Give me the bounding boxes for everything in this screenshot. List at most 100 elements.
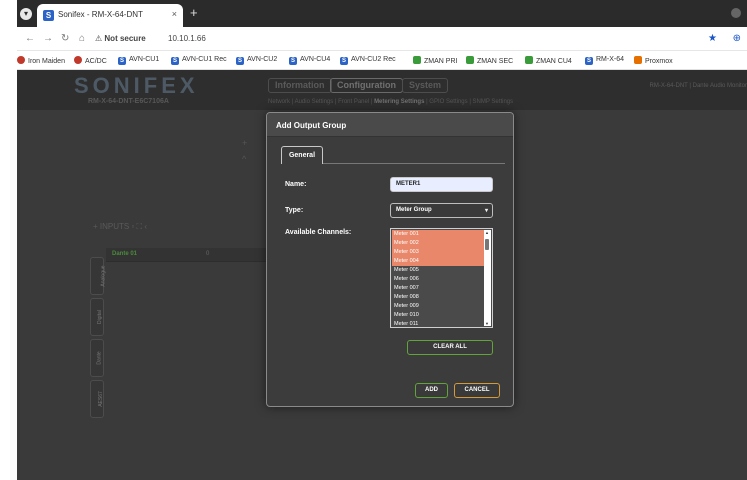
tab-configuration[interactable]: Configuration [330,78,403,93]
config-subnav[interactable]: Network | Audio Settings | Front Panel |… [268,99,513,105]
new-tab-button[interactable]: + [190,5,198,20]
tab-close-icon[interactable]: × [172,9,177,19]
list-scrollbar[interactable]: ▲ ▼ [484,230,491,326]
side-tab-label: AES67 [97,391,104,407]
side-tab-dante[interactable]: Dante [90,339,104,377]
browser-tab[interactable]: S Sonifex - RM-X-64-DNT × [37,4,183,27]
bookmark-icon [17,56,25,64]
scroll-down-icon[interactable]: ▼ [485,321,489,326]
browser-titlebar: ▾ S Sonifex - RM-X-64-DNT × + [17,0,747,27]
bookmark-label: Proxmox [645,58,673,65]
side-tab-label: Digital [96,310,103,324]
window-control-icon[interactable] [731,8,741,18]
cancel-button[interactable]: CANCEL [454,383,500,398]
channel-list-item[interactable]: Meter 008 [392,293,484,302]
bookmark-icon [466,56,474,64]
browser-window: ▾ S Sonifex - RM-X-64-DNT × + ← → ↻ ⌂ ⚠ … [17,0,747,480]
clear-all-button[interactable]: CLEAR ALL [407,340,493,355]
input-row-value: 0 [206,251,210,257]
type-select[interactable]: Meter Group ▾ [390,203,493,218]
channel-list-item[interactable]: Meter 002 [392,239,484,248]
bookmark-item[interactable]: S AVN-CU1 [118,56,159,65]
dialog-title: Add Output Group [276,121,347,130]
channel-list-item[interactable]: Meter 011 [392,320,484,327]
bookmark-label: RM-X-64 [596,56,625,63]
bookmark-icon: S [340,57,348,65]
bookmark-item[interactable]: ZMAN CU4 [525,56,572,65]
bookmark-label: AVN-CU2 Rec [351,56,396,63]
scroll-thumb[interactable] [485,239,489,250]
side-tab-label: Dante [96,351,103,365]
bookmark-icon [413,56,421,64]
bookmark-icon: S [585,57,593,65]
sonifex-logo: SONIFEX [74,73,199,98]
available-channels-list[interactable]: ▲ ▼ Meter 001 Meter 002 Meter 003 Meter 004… [390,228,493,328]
bookmark-icon [525,56,533,64]
add-button[interactable]: ADD [415,383,448,398]
side-tab-label: Analogue [100,265,107,287]
home-icon[interactable]: ⌂ [79,33,85,44]
security-indicator[interactable]: ⚠ Not secure [95,34,146,43]
add-icon[interactable]: + [242,138,247,148]
device-model-label: RM-X-64-DNT | Dante Audio Monitor [649,83,747,89]
bookmark-item[interactable]: ZMAN PRI [413,56,457,65]
side-tab-aes67[interactable]: AES67 [90,380,104,418]
channel-list-item[interactable]: Meter 006 [392,275,484,284]
bookmark-icon [634,56,642,64]
bookmark-label: AVN-CU1 [129,56,160,63]
bookmark-icon: S [289,57,297,65]
chevron-down-icon: ▾ [484,208,488,214]
bookmark-icon: S [171,57,179,65]
back-arrow-icon[interactable]: ← [25,33,35,44]
channel-list-item[interactable]: Meter 001 [392,230,484,239]
address-bar: ← → ↻ ⌂ ⚠ Not secure 10.10.1.66 ★ ⊕ [17,27,747,51]
sonifex-favicon-icon: S [43,10,54,21]
bookmarks-bar: Iron Maiden AC/DC S AVN-CU1 S AVN-CU1 Rec S AVN… [17,51,747,70]
channel-list-item[interactable]: Meter 007 [392,284,484,293]
bookmark-star-icon[interactable]: ★ [708,33,717,44]
subnav-active[interactable]: Metering Settings [374,99,424,105]
forward-arrow-icon[interactable]: → [43,33,53,44]
bookmark-label: AVN-CU1 Rec [182,56,227,63]
bookmark-item[interactable]: AC/DC [74,56,107,65]
bookmark-item[interactable]: ZMAN SEC [466,56,513,65]
extensions-icon[interactable]: ⊕ [733,33,741,44]
bookmark-label: AVN-CU2 [247,56,278,63]
tab-general[interactable]: General [281,146,323,164]
bookmark-item[interactable]: S AVN-CU1 Rec [171,56,227,65]
channel-list-item[interactable]: Meter 005 [392,266,484,275]
side-tab-digital[interactable]: Digital [90,298,104,336]
bookmark-icon: S [236,57,244,65]
browser-menu-icon[interactable]: ▾ [20,8,32,20]
tab-information[interactable]: Information [268,78,332,93]
channel-list-item[interactable]: Meter 003 [392,248,484,257]
bookmark-item[interactable]: S AVN-CU4 [289,56,330,65]
side-tab-analogue[interactable]: Analogue [90,257,107,295]
channel-list-item[interactable]: Meter 010 [392,311,484,320]
channel-list-item[interactable]: Meter 004 [392,257,484,266]
input-row-label: Dante 01 [112,251,138,257]
app-header: SONIFEX RM-X-64-DNT-E6C7106A Information… [17,70,747,110]
bookmark-item[interactable]: Iron Maiden [17,56,65,65]
bookmark-label: ZMAN CU4 [536,58,572,65]
subnav-after[interactable]: | GPIO Settings | SNMP Settings [424,99,513,105]
channel-list-item[interactable]: Meter 009 [392,302,484,311]
bookmark-item[interactable]: S AVN-CU2 [236,56,277,65]
url-field[interactable]: 10.10.1.66 [168,34,206,43]
security-label: Not secure [104,34,146,43]
collapse-icon[interactable]: ^ [242,154,246,164]
bookmark-item[interactable]: S RM-X-64 [585,56,624,65]
add-output-group-dialog: Add Output Group General Name: METER1 Ty… [266,112,514,407]
type-select-value: Meter Group [396,207,432,213]
bookmark-item[interactable]: S AVN-CU2 Rec [340,56,396,65]
reload-icon[interactable]: ↻ [61,33,69,44]
subnav-before[interactable]: Network | Audio Settings | Front Panel | [268,99,374,105]
inputs-label: INPUTS [99,222,130,231]
bookmark-label: AC/DC [85,58,107,65]
tab-system[interactable]: System [402,78,449,93]
scroll-up-icon[interactable]: ▲ [485,230,489,235]
type-label: Type: [285,207,304,214]
bookmark-item[interactable]: Proxmox [634,56,673,65]
input-row[interactable]: Dante 01 0 [106,248,286,262]
name-input[interactable]: METER1 [390,177,493,192]
